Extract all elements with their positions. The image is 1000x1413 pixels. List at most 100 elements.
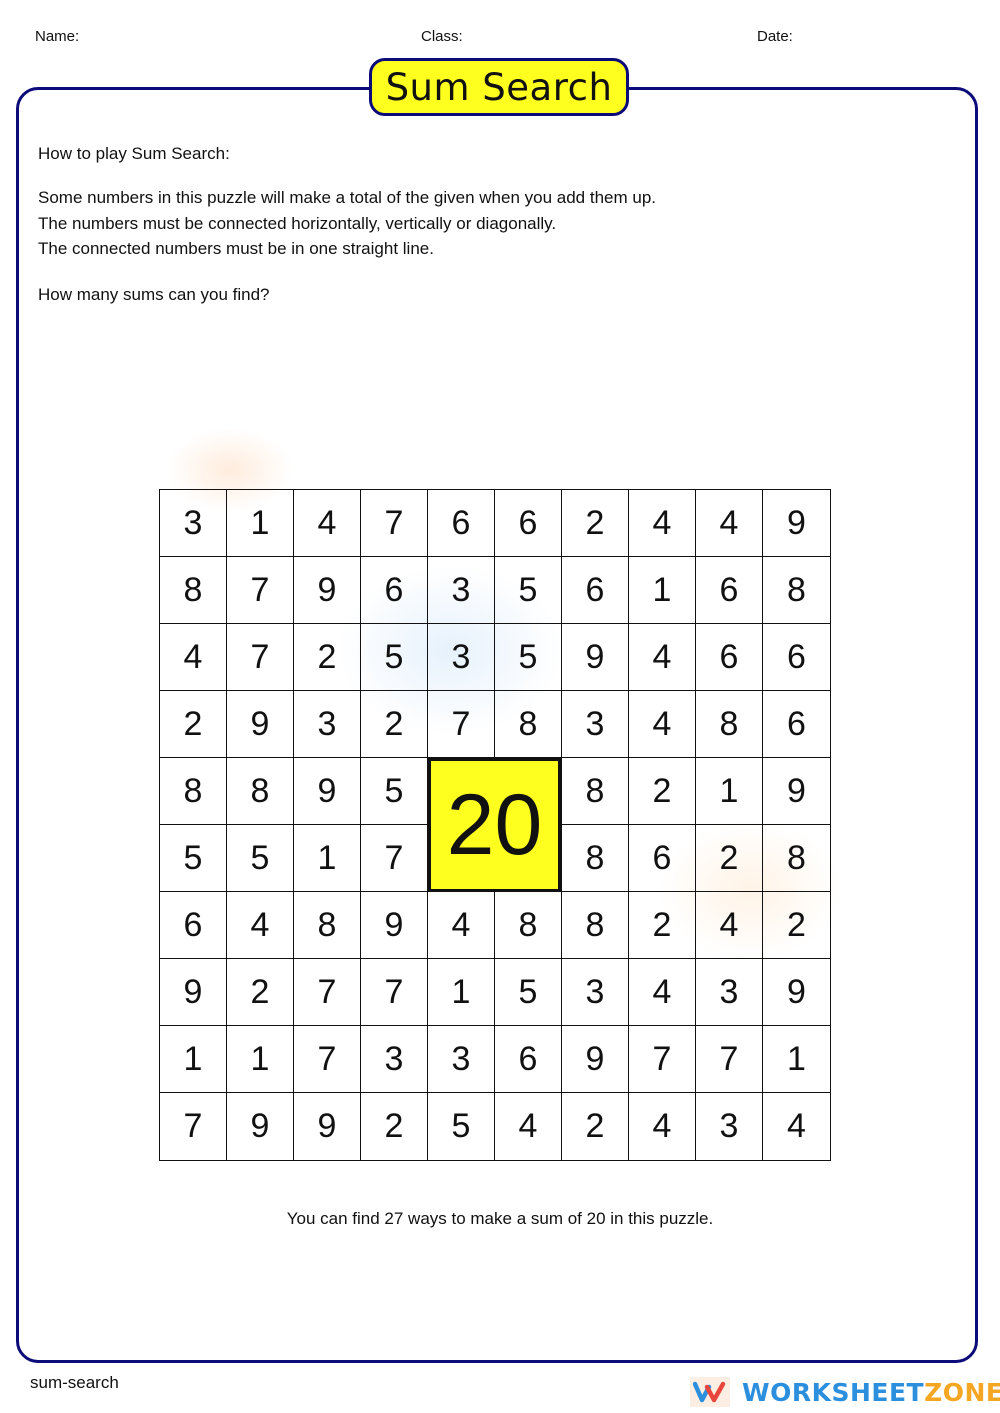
grid-cell: 6 (696, 624, 763, 691)
grid-cell: 1 (227, 1026, 294, 1093)
grid-cell: 7 (361, 959, 428, 1026)
grid-cell: 2 (227, 959, 294, 1026)
grid-cell: 5 (495, 557, 562, 624)
grid-cell: 8 (696, 691, 763, 758)
grid-cell: 1 (294, 825, 361, 892)
grid-cell: 7 (227, 624, 294, 691)
grid-cell: 9 (763, 490, 830, 557)
grid-cell: 2 (361, 691, 428, 758)
grid-cell: 7 (696, 1026, 763, 1093)
grid-cell: 6 (763, 624, 830, 691)
rule-line: The connected numbers must be in one str… (38, 239, 434, 258)
instructions-heading: How to play Sum Search: (38, 144, 230, 163)
grid-cell: 5 (428, 1093, 495, 1160)
grid-cell: 4 (629, 691, 696, 758)
grid-cell: 7 (428, 691, 495, 758)
grid-cell: 8 (495, 691, 562, 758)
grid-cell: 6 (629, 825, 696, 892)
grid-cell: 7 (629, 1026, 696, 1093)
grid-cell: 7 (294, 959, 361, 1026)
grid-cell: 5 (361, 624, 428, 691)
grid-cell: 9 (294, 758, 361, 825)
grid-cell: 9 (562, 1026, 629, 1093)
grid-cell: 6 (696, 557, 763, 624)
grid-cell: 6 (160, 892, 227, 959)
rule-line: Some numbers in this puzzle will make a … (38, 188, 657, 207)
instructions-rules: Some numbers in this puzzle will make a … (38, 185, 656, 262)
grid-cell: 2 (562, 490, 629, 557)
grid-cell: 6 (495, 1026, 562, 1093)
grid-cell: 6 (763, 691, 830, 758)
grid-cell: 9 (361, 892, 428, 959)
logo-text: WORKSHEETZONE (742, 1378, 1000, 1407)
w-glyph-icon (693, 1381, 726, 1403)
grid-cell: 7 (160, 1093, 227, 1160)
name-label: Name: (35, 28, 80, 45)
grid-cell: 4 (629, 959, 696, 1026)
grid-cell: 4 (294, 490, 361, 557)
worksheet-title: Sum Search (369, 58, 629, 116)
grid-cell: 5 (495, 959, 562, 1026)
grid-cell: 3 (160, 490, 227, 557)
grid-cell: 1 (428, 959, 495, 1026)
grid-cell: 3 (428, 624, 495, 691)
grid-cell: 6 (361, 557, 428, 624)
grid-cell: 5 (361, 758, 428, 825)
grid-cell: 2 (562, 1093, 629, 1160)
grid-cell: 1 (696, 758, 763, 825)
grid-cell: 3 (696, 1093, 763, 1160)
grid-cell: 8 (562, 825, 629, 892)
grid-cell: 9 (294, 557, 361, 624)
logo-text-primary: WORKSHEET (742, 1377, 925, 1407)
grid-cell: 4 (696, 892, 763, 959)
grid-cell: 4 (787, 1107, 806, 1145)
class-label: Class: (421, 28, 463, 45)
rule-line: The numbers must be connected horizontal… (38, 213, 557, 233)
grid-cell: 1 (629, 557, 696, 624)
grid-cell: 7 (294, 1026, 361, 1093)
grid-cell: 3 (696, 959, 763, 1026)
grid-cell: 8 (160, 557, 227, 624)
grid-cell: 8 (495, 892, 562, 959)
answer-text: You can find 27 ways to make a sum of 20… (286, 1209, 714, 1228)
grid-cell: 4 (629, 624, 696, 691)
grid-cell: 3 (294, 691, 361, 758)
grid-cell: 4 (160, 624, 227, 691)
grid-cell: 6 (562, 557, 629, 624)
grid-cell: 2 (294, 624, 361, 691)
grid-cell: 4 (696, 490, 763, 557)
grid-cell: 8 (562, 892, 629, 959)
grid-cell: 8 (562, 758, 629, 825)
grid-cell: 4 (428, 892, 495, 959)
grid-cell: 9 (763, 959, 830, 1026)
grid-cell: 5 (227, 825, 294, 892)
grid-cell: 5 (160, 825, 227, 892)
grid-cell: 5 (495, 624, 562, 691)
grid-cell: 2 (361, 1093, 428, 1160)
worksheetzone-logo[interactable]: WORKSHEETZONE (690, 1377, 1000, 1407)
instructions-question: How many sums can you find? (38, 285, 270, 304)
grid-cell: 1 (227, 490, 294, 557)
grid-cell: 9 (294, 1093, 361, 1160)
grid-cell: 8 (294, 892, 361, 959)
grid-cell: 1 (763, 1026, 830, 1093)
grid-cell: 3 (361, 1026, 428, 1093)
grid-cell: 9 (227, 691, 294, 758)
grid-cell: 4 (629, 490, 696, 557)
grid-cell: 3 (562, 959, 629, 1026)
grid-cell: 3 (428, 1026, 495, 1093)
grid-cell: 3 (428, 557, 495, 624)
grid-cell: 9 (227, 1093, 294, 1160)
grid-cell: 2 (763, 892, 830, 959)
grid-cell: 8 (763, 557, 830, 624)
grid-cell: 2 (160, 691, 227, 758)
grid-cell: 8 (227, 758, 294, 825)
grid-cell: 9 (160, 959, 227, 1026)
grid-cell: 1 (160, 1026, 227, 1093)
grid-cell: 7 (227, 557, 294, 624)
grid-cell: 2 (629, 758, 696, 825)
grid-cell: 4 (227, 892, 294, 959)
grid-cell: 2 (629, 892, 696, 959)
grid-cell: 7 (361, 825, 428, 892)
grid-cell: 6 (428, 490, 495, 557)
